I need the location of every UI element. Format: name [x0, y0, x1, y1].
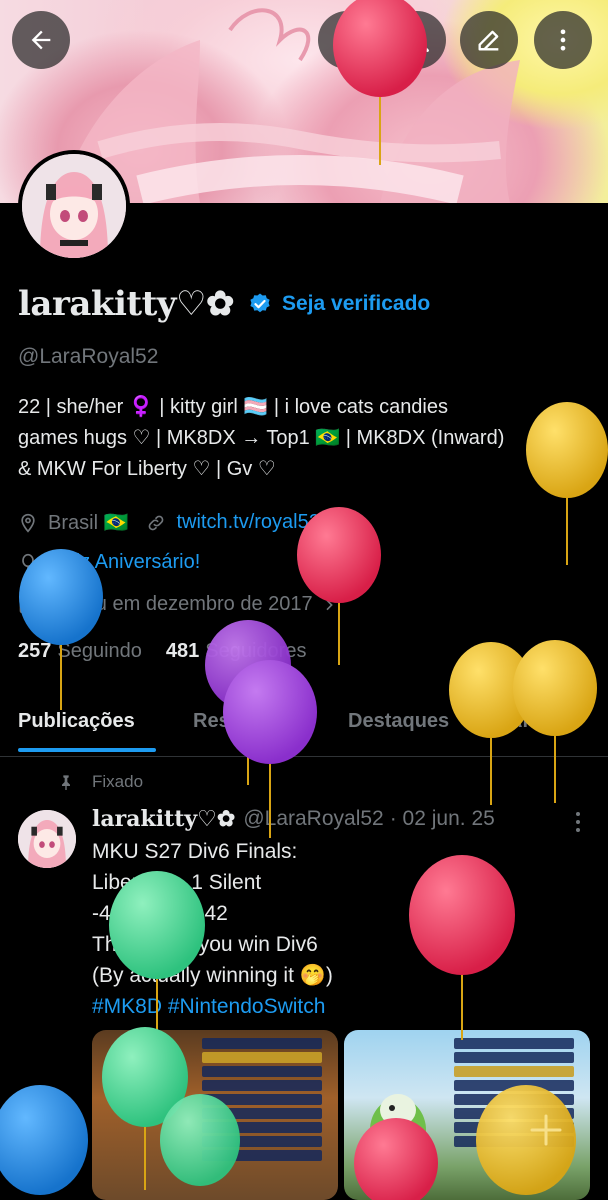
link-icon	[149, 515, 164, 530]
post-date[interactable]: · 02 jun. 25	[390, 807, 495, 831]
joined-row: Entrou em dezembro de 2017	[18, 593, 347, 616]
follow-stats: 257 Seguindo 481 Seguidores	[18, 640, 306, 663]
bio-line: 22 | she/her ♀️ | kitty girl 🏳️‍⚧️ | i l…	[18, 396, 448, 418]
grok-button[interactable]	[318, 11, 376, 69]
profile-location: Brasil 🇧🇷	[48, 512, 129, 534]
chevron-right-icon[interactable]	[321, 597, 337, 613]
arrow-left-icon	[31, 30, 51, 50]
followers-count: 481	[165, 640, 200, 662]
location-pin-icon	[21, 513, 35, 533]
avatar-illustration	[22, 154, 126, 258]
post-author-name[interactable]: larakitty♡✿	[92, 806, 235, 832]
post-media-image[interactable]	[92, 1030, 338, 1200]
profile-name-row: larakitty♡✿ Seja verificado	[18, 284, 430, 324]
avatar-illustration	[18, 810, 76, 868]
grok-icon	[336, 29, 358, 51]
search-button[interactable]	[388, 11, 446, 69]
following-link[interactable]: 257 Seguindo	[18, 640, 142, 663]
results-row	[454, 1052, 574, 1063]
results-row	[454, 1038, 574, 1049]
profile-bio: 22 | she/her ♀️ | kitty girl 🏳️‍⚧️ | i l…	[18, 392, 588, 485]
followers-link[interactable]: 481 Seguidores	[166, 640, 307, 663]
profile-meta-row: Brasil 🇧🇷 twitch.tv/royal52_	[18, 510, 331, 535]
results-row	[202, 1150, 322, 1161]
post-line: -40 | +12 | +42	[92, 902, 228, 925]
display-name: larakitty♡✿	[18, 284, 235, 324]
balloon	[0, 1085, 88, 1195]
post-author-handle[interactable]: @LaraRoyal52	[243, 807, 383, 831]
results-row	[202, 1038, 322, 1049]
birthday-link[interactable]: Feliz Aniversário!	[48, 551, 200, 574]
balloon-icon	[22, 553, 34, 571]
post-line: That's how you win Div6	[92, 933, 318, 956]
active-tab-indicator	[18, 748, 156, 752]
plus-icon	[530, 1114, 562, 1146]
pencil-icon	[478, 30, 499, 51]
results-row	[202, 1052, 322, 1063]
character-illustration	[370, 1094, 426, 1162]
pinned-indicator: Fixado	[58, 772, 143, 792]
edit-profile-button[interactable]	[460, 11, 518, 69]
more-options-button[interactable]	[534, 11, 592, 69]
post-line: Liberty 2 - 1 Silent	[92, 871, 262, 894]
following-label: Seguindo	[57, 640, 142, 662]
pinned-label: Fixado	[92, 772, 144, 791]
tab-publicacoes[interactable]: Publicações	[18, 710, 135, 733]
compose-post-button[interactable]	[510, 1094, 582, 1166]
results-row	[202, 1136, 322, 1147]
tab-artigos[interactable]: Artigos	[508, 710, 578, 733]
verified-badge-icon[interactable]	[248, 292, 272, 316]
results-row	[454, 1080, 574, 1091]
profile-website-link[interactable]: twitch.tv/royal52_	[176, 511, 331, 534]
bio-line: & MKW For Liberty ♡ | Gv ♡	[18, 458, 276, 480]
results-row	[454, 1066, 574, 1077]
followers-label: Seguidores	[205, 640, 307, 662]
post-body: MKU S27 Div6 Finals: Liberty 2 - 1 Silen…	[92, 836, 592, 1022]
bio-line: games hugs ♡ | MK8DX → Top1 🇧🇷 | MK8DX (…	[18, 427, 505, 449]
post-author-avatar[interactable]	[18, 810, 76, 868]
pin-icon	[62, 775, 70, 790]
results-row	[202, 1122, 322, 1133]
results-row	[202, 1066, 322, 1077]
post-more-icon[interactable]	[570, 810, 586, 834]
results-row	[202, 1108, 322, 1119]
profile-handle: @LaraRoyal52	[18, 345, 159, 368]
results-row	[202, 1080, 322, 1091]
post-line: MKU S27 Div6 Finals:	[92, 840, 298, 863]
birthday-row: Feliz Aniversário!	[18, 551, 200, 574]
get-verified-link[interactable]: Seja verificado	[282, 292, 430, 316]
following-count: 257	[18, 640, 52, 662]
more-vertical-icon	[560, 29, 566, 51]
joined-date: Entrou em dezembro de 2017	[48, 593, 313, 615]
post-hashtags[interactable]: #MK8D #NintendoSwitch	[92, 991, 592, 1022]
tab-destaques[interactable]: Destaques	[348, 710, 449, 733]
post-line: (By actually winning it 🤭)	[92, 964, 333, 987]
post-header: larakitty♡✿ @LaraRoyal52 · 02 jun. 25	[92, 806, 495, 832]
search-icon	[405, 28, 429, 52]
calendar-icon	[19, 597, 37, 613]
back-button[interactable]	[12, 11, 70, 69]
tab-respostas[interactable]: Respostas	[193, 710, 294, 733]
profile-avatar[interactable]	[18, 150, 130, 262]
results-row	[202, 1094, 322, 1105]
